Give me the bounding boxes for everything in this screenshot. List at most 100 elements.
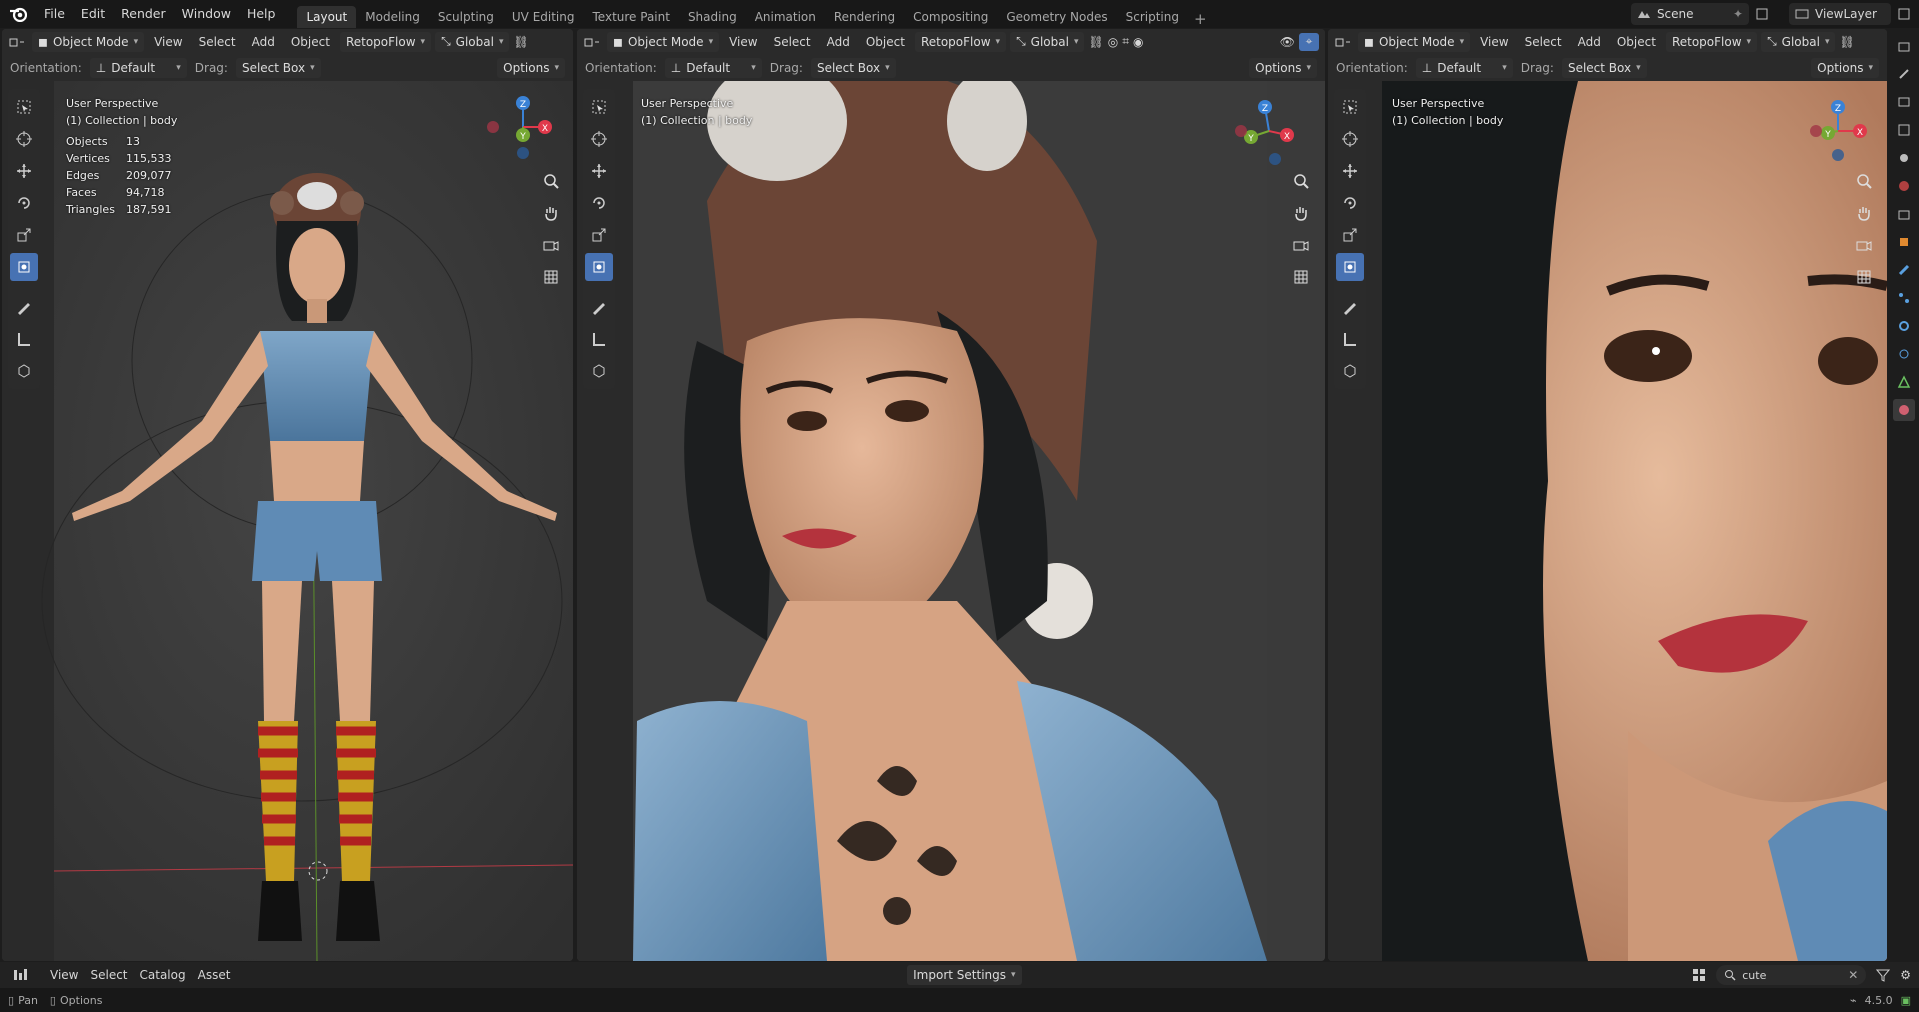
navigation-gizmo[interactable]: Z X Y	[477, 91, 557, 171]
snap-icon[interactable]: ⛓	[1088, 35, 1103, 49]
particles-properties-icon[interactable]	[1893, 287, 1915, 309]
options-dropdown[interactable]: Options ▾	[497, 57, 565, 78]
move-tool-icon[interactable]	[10, 157, 38, 185]
cursor-tool-icon[interactable]	[585, 125, 613, 153]
menu-object[interactable]: Object	[860, 35, 911, 49]
output-properties-icon[interactable]	[1893, 91, 1915, 113]
drag-dropdown[interactable]: Select Box ▾	[810, 57, 896, 78]
add-cube-tool-icon[interactable]	[1336, 357, 1364, 385]
transform-tool-icon[interactable]	[1336, 253, 1364, 281]
orientation-dropdown[interactable]: ⊥ Default ▾	[1415, 57, 1513, 78]
move-tool-icon[interactable]	[1336, 157, 1364, 185]
viewport-right[interactable]: ◼ Object Mode ▾ View Select Add Object Ret…	[1328, 29, 1887, 961]
menu-file[interactable]: File	[36, 0, 73, 28]
options-dropdown[interactable]: Options ▾	[1811, 57, 1879, 78]
scale-tool-icon[interactable]	[10, 221, 38, 249]
move-tool-icon[interactable]	[585, 157, 613, 185]
pan-hand-icon[interactable]	[539, 201, 563, 225]
select-box-tool-icon[interactable]	[1336, 93, 1364, 121]
collection-properties-icon[interactable]	[1893, 203, 1915, 225]
pan-hand-icon[interactable]	[1289, 201, 1313, 225]
transform-tool-icon[interactable]	[585, 253, 613, 281]
asset-menu-catalog[interactable]: Catalog	[134, 968, 192, 982]
mode-dropdown[interactable]: ◼ Object Mode ▾	[1358, 31, 1471, 52]
filter-icon[interactable]	[1876, 968, 1891, 982]
measure-tool-icon[interactable]	[1336, 325, 1364, 353]
zoom-icon[interactable]	[539, 169, 563, 193]
menu-select[interactable]: Select	[193, 35, 242, 49]
viewport-canvas[interactable]: User Perspective (1) Collection | body Z…	[1328, 81, 1887, 961]
viewport-left[interactable]: ◼ Object Mode ▾ View Select Add Object Ret…	[2, 29, 573, 961]
data-properties-icon[interactable]	[1893, 371, 1915, 393]
constraints-properties-icon[interactable]	[1893, 343, 1915, 365]
viewport-canvas[interactable]: User Perspective (1) Collection | body O…	[2, 81, 573, 961]
view-layer-properties-icon[interactable]	[1893, 119, 1915, 141]
tab-modeling[interactable]: Modeling	[356, 6, 429, 28]
asset-menu-select[interactable]: Select	[84, 968, 133, 982]
ortho-grid-icon[interactable]	[1852, 265, 1876, 289]
asset-browser-editor-icon[interactable]	[8, 968, 34, 982]
menu-select[interactable]: Select	[768, 35, 817, 49]
retopoflow-dropdown[interactable]: RetopoFlow ▾	[339, 31, 432, 52]
menu-render[interactable]: Render	[113, 0, 174, 28]
import-settings-dropdown[interactable]: Import Settings ▾	[907, 965, 1022, 985]
asset-menu-asset[interactable]: Asset	[192, 968, 237, 982]
scene-selector[interactable]: Scene ✦	[1630, 3, 1749, 25]
add-cube-tool-icon[interactable]	[10, 357, 38, 385]
options-dropdown[interactable]: Options ▾	[1249, 57, 1317, 78]
cursor-tool-icon[interactable]	[10, 125, 38, 153]
menu-add[interactable]: Add	[1572, 35, 1607, 49]
menu-view[interactable]: View	[723, 35, 763, 49]
render-properties-icon[interactable]	[1893, 35, 1915, 57]
tab-texture-paint[interactable]: Texture Paint	[584, 6, 679, 28]
ortho-grid-icon[interactable]	[1289, 265, 1313, 289]
camera-view-icon[interactable]	[539, 233, 563, 257]
navigation-gizmo[interactable]: Z X Y	[1798, 91, 1878, 171]
physics-properties-icon[interactable]	[1893, 315, 1915, 337]
tab-sculpting[interactable]: Sculpting	[429, 6, 503, 28]
select-box-tool-icon[interactable]	[585, 93, 613, 121]
menu-add[interactable]: Add	[821, 35, 856, 49]
snap-icon[interactable]: ⛓	[513, 35, 528, 49]
new-view-layer-icon[interactable]	[1897, 7, 1911, 21]
tab-shading[interactable]: Shading	[679, 6, 746, 28]
menu-help[interactable]: Help	[239, 0, 284, 28]
editor-type-icon[interactable]	[583, 35, 603, 49]
editor-type-icon[interactable]	[8, 35, 28, 49]
select-box-tool-icon[interactable]	[10, 93, 38, 121]
orientation-dropdown[interactable]: ⊥ Default ▾	[664, 57, 762, 78]
tab-uv-editing[interactable]: UV Editing	[503, 6, 584, 28]
settings-gear-icon[interactable]: ⚙	[1900, 968, 1911, 982]
measure-tool-icon[interactable]	[10, 325, 38, 353]
camera-view-icon[interactable]	[1289, 233, 1313, 257]
material-properties-icon[interactable]	[1892, 399, 1915, 421]
annotate-tool-icon[interactable]	[1336, 293, 1364, 321]
viewport-middle[interactable]: ◼ Object Mode ▾ View Select Add Object Ret…	[577, 29, 1325, 961]
tab-animation[interactable]: Animation	[746, 6, 825, 28]
editor-type-icon[interactable]	[1334, 35, 1354, 49]
drag-dropdown[interactable]: Select Box ▾	[1561, 57, 1647, 78]
transform-orientation-dropdown[interactable]: ⤡ Global ▾	[1010, 31, 1085, 52]
add-cube-tool-icon[interactable]	[585, 357, 613, 385]
clear-search-icon[interactable]: ✕	[1848, 968, 1858, 982]
viewport-canvas[interactable]: User Perspective (1) Collection | body Z…	[577, 81, 1325, 961]
asset-search-field[interactable]: cute ✕	[1716, 965, 1867, 985]
retopoflow-dropdown[interactable]: RetopoFlow ▾	[1665, 31, 1758, 52]
asset-menu-view[interactable]: View	[44, 968, 84, 982]
zoom-icon[interactable]	[1289, 169, 1313, 193]
notification-icon[interactable]: ▣	[1901, 994, 1911, 1007]
asset-search-input[interactable]: cute	[1742, 969, 1842, 982]
tool-properties-icon[interactable]	[1893, 63, 1915, 85]
snap-icon[interactable]: ⛓	[1839, 35, 1854, 49]
measure-tool-icon[interactable]	[585, 325, 613, 353]
tab-layout[interactable]: Layout	[297, 6, 357, 28]
menu-view[interactable]: View	[148, 35, 188, 49]
pan-hand-icon[interactable]	[1852, 201, 1876, 225]
mode-dropdown[interactable]: ◼ Object Mode ▾	[32, 31, 145, 52]
visibility-icon[interactable]: 👁	[1280, 35, 1295, 49]
view-layer-selector[interactable]: ViewLayer	[1789, 3, 1891, 25]
display-mode-icon[interactable]	[1692, 968, 1708, 982]
transform-orientation-dropdown[interactable]: ⤡ Global ▾	[435, 31, 510, 52]
rotate-tool-icon[interactable]	[585, 189, 613, 217]
tab-geometry-nodes[interactable]: Geometry Nodes	[997, 6, 1116, 28]
